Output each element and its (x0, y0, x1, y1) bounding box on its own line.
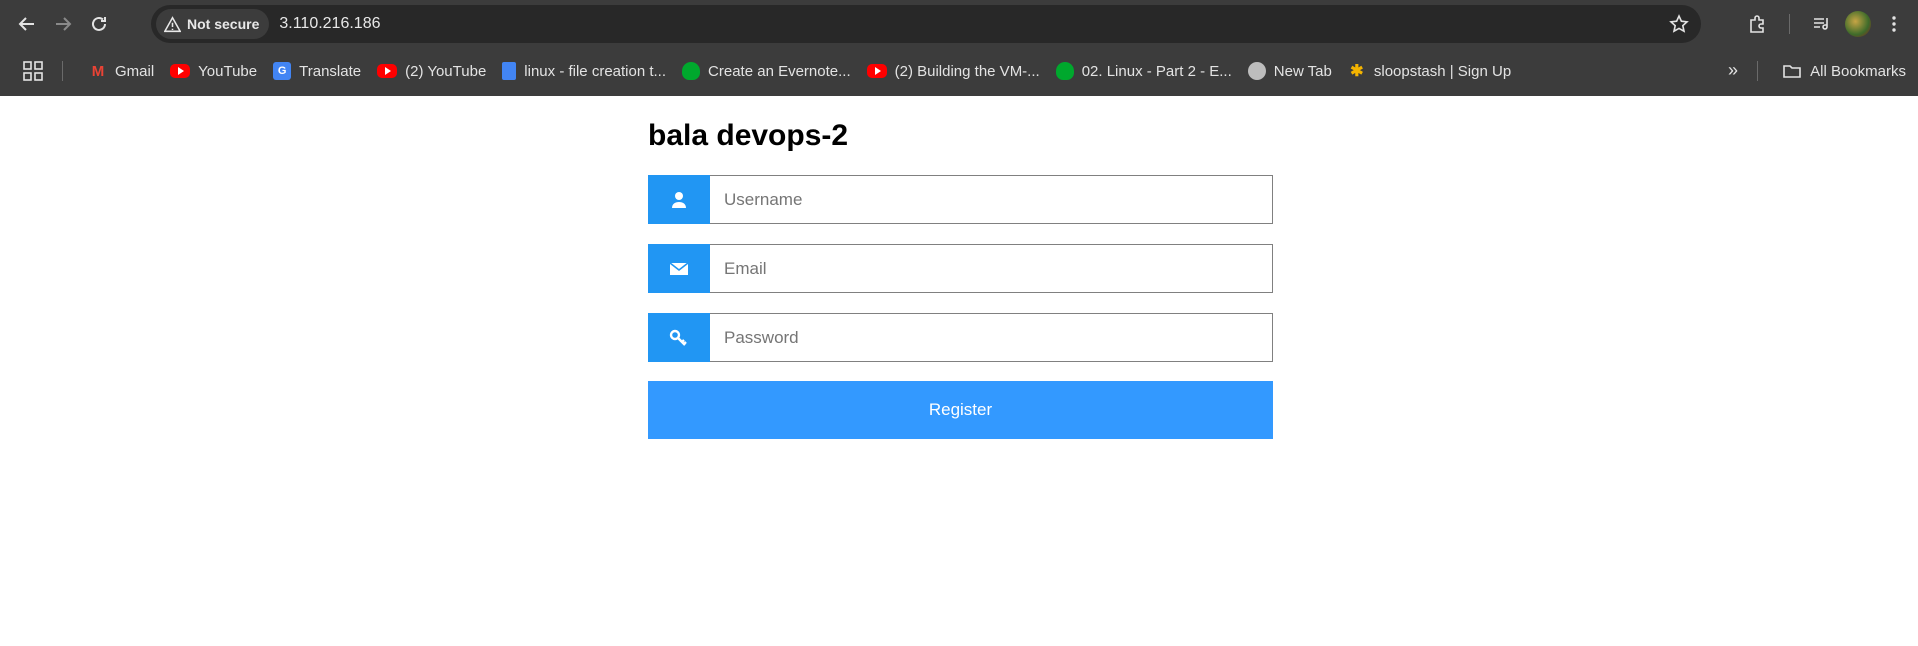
toolbar-divider (1789, 14, 1790, 34)
envelope-icon (669, 261, 689, 275)
more-vertical-icon (1892, 16, 1896, 32)
globe-icon (1247, 62, 1266, 80)
reload-button[interactable] (81, 6, 117, 42)
media-button[interactable] (1804, 6, 1840, 42)
avatar (1845, 11, 1871, 37)
bookmarks-divider (62, 61, 63, 81)
bookmarks-bar: M Gmail YouTube G Translate (2) YouTube li… (0, 56, 1918, 86)
bookmark-sloopstash[interactable]: ✱ sloopstash | Sign Up (1340, 57, 1519, 85)
evernote-icon (1055, 62, 1074, 80)
bookmarks-divider (1757, 61, 1758, 81)
key-icon (669, 329, 687, 346)
profile-button[interactable] (1840, 6, 1876, 42)
username-addon (648, 175, 710, 224)
menu-button[interactable] (1876, 6, 1912, 42)
warning-icon (164, 15, 181, 32)
register-form: bala devops-2 Register (648, 118, 1273, 439)
folder-icon (1783, 65, 1801, 78)
bookmark-building-vm[interactable]: (2) Building the VM-... (859, 57, 1048, 85)
password-input[interactable] (710, 313, 1273, 362)
bookmark-youtube[interactable]: YouTube (162, 57, 265, 85)
youtube-icon (866, 64, 887, 78)
bookmark-linux-part2[interactable]: 02. Linux - Part 2 - E... (1048, 57, 1240, 85)
back-button[interactable] (9, 6, 45, 42)
email-input[interactable] (710, 244, 1273, 293)
url-text[interactable]: 3.110.216.186 (279, 15, 380, 33)
address-bar[interactable]: Not secure 3.110.216.186 (151, 5, 1701, 43)
arrow-left-icon (18, 17, 34, 31)
bookmark-linux-file-creation[interactable]: linux - file creation t... (494, 57, 674, 85)
password-row (648, 313, 1273, 362)
page-content: bala devops-2 Register (0, 96, 1918, 646)
browser-chrome: Not secure 3.110.216.186 MGmail YouTube (0, 0, 1918, 96)
sloopstash-icon: ✱ (1350, 63, 1364, 80)
email-addon (648, 244, 710, 293)
arrow-right-icon (56, 17, 72, 31)
user-icon (672, 191, 686, 208)
bookmark-youtube-2[interactable]: (2) YouTube (369, 57, 494, 85)
username-row (648, 175, 1273, 224)
email-row (648, 244, 1273, 293)
username-input[interactable] (710, 175, 1273, 224)
security-label: Not secure (187, 16, 260, 32)
youtube-icon (170, 64, 191, 78)
youtube-icon (377, 64, 398, 78)
apps-grid-icon[interactable] (22, 60, 44, 82)
bookmark-new-tab[interactable]: New Tab (1240, 57, 1340, 85)
gmail-icon: M (91, 62, 105, 80)
security-chip[interactable]: Not secure (156, 9, 270, 39)
reload-icon (92, 16, 106, 31)
evernote-icon (682, 62, 701, 80)
star-icon[interactable] (1669, 14, 1689, 34)
chevron-double-right-icon[interactable]: » (1728, 60, 1738, 81)
docs-icon (502, 62, 517, 80)
browser-toolbar: Not secure 3.110.216.186 (0, 0, 1918, 48)
bookmark-gmail[interactable]: M Gmail (81, 57, 162, 85)
bookmark-evernote-create[interactable]: Create an Evernote... (674, 57, 859, 85)
forward-button[interactable] (45, 6, 81, 42)
translate-icon: G (273, 62, 292, 80)
puzzle-icon (1750, 15, 1764, 33)
all-bookmarks-button[interactable]: All Bookmarks (1782, 56, 1906, 86)
register-button[interactable]: Register (648, 381, 1273, 439)
page-title: bala devops-2 (648, 119, 849, 152)
bookmark-translate[interactable]: G Translate (265, 57, 369, 85)
password-addon (648, 313, 710, 362)
browser-right-tools (1739, 6, 1918, 42)
extensions-button[interactable] (1739, 6, 1775, 42)
queue-music-icon (1814, 18, 1828, 30)
